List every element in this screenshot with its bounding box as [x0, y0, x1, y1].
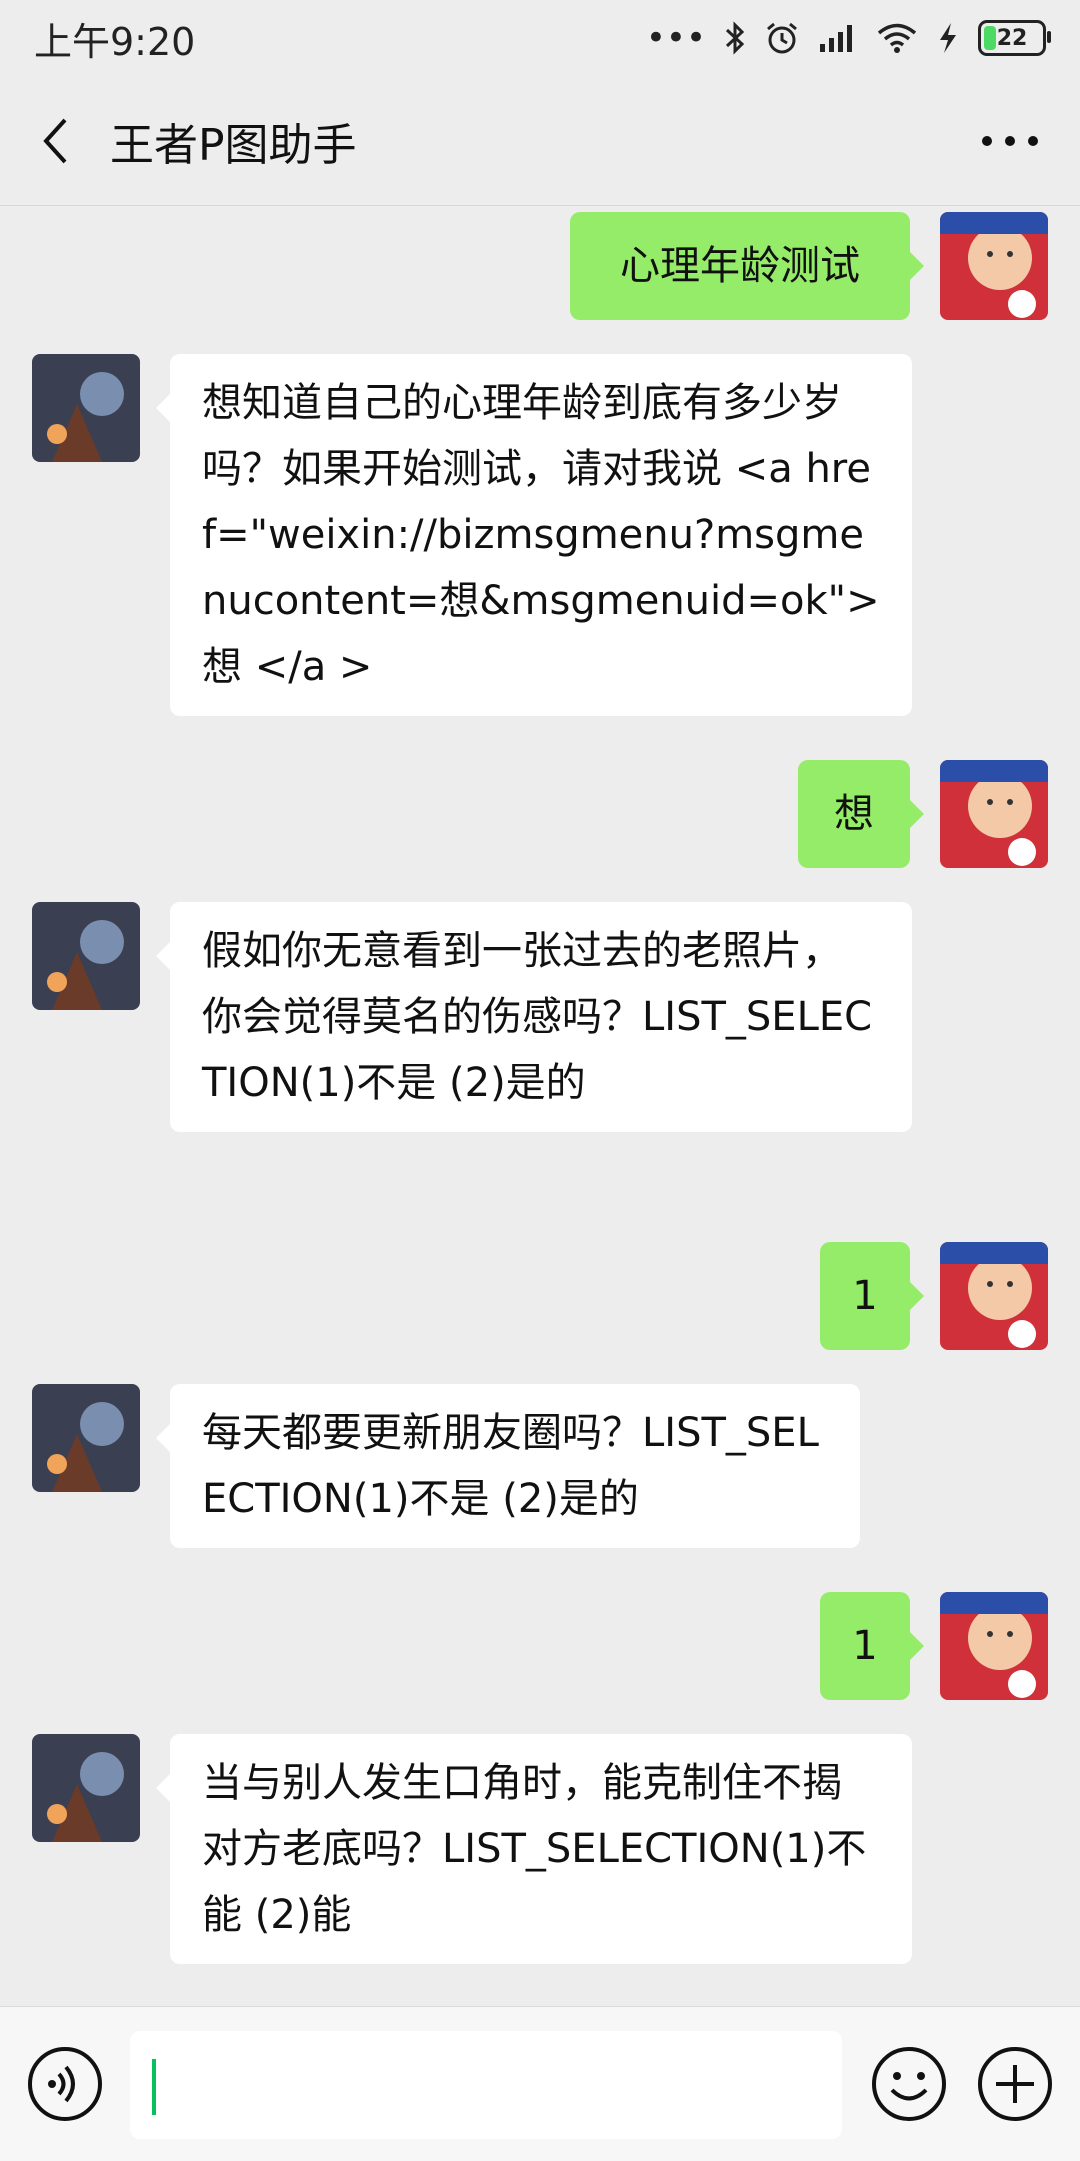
bot-avatar[interactable] [32, 354, 140, 462]
alarm-icon [767, 22, 797, 54]
message-bubble[interactable]: 每天都要更新朋友圈吗？LIST_SELECTION(1)不是 (2)是的 [156, 1384, 860, 1548]
message-bubble[interactable]: 1 [820, 1592, 924, 1700]
plus-icon[interactable] [976, 2045, 1054, 2123]
bot-avatar[interactable] [32, 1734, 140, 1842]
message-list[interactable]: 心理年龄测试 想知道自己的心理年龄到底有多少岁吗？如果开始测试，请对我说 <a … [0, 206, 1080, 2006]
battery-icon: 22 [978, 20, 1051, 56]
page-title: 王者P图助手 [110, 119, 357, 171]
message-bubble[interactable]: 当与别人发生口角时，能克制住不揭对方老底吗？LIST_SELECTION(1)不… [156, 1734, 912, 1964]
charging-icon [940, 23, 956, 53]
user-avatar[interactable] [940, 1242, 1048, 1350]
more-icon[interactable] [980, 76, 1040, 206]
message-bubble[interactable]: 心理年龄测试 [570, 212, 924, 320]
chat-header: 王者P图助手 [0, 76, 1080, 206]
battery-level: 22 [996, 25, 1028, 51]
user-avatar[interactable] [940, 212, 1048, 320]
status-icons: ••• 22 [645, 18, 1051, 58]
input-cursor-area [130, 2031, 842, 2139]
voice-icon[interactable] [26, 2045, 104, 2123]
bluetooth-icon [725, 21, 745, 55]
bot-avatar[interactable] [32, 902, 140, 1010]
wifi-icon [877, 23, 917, 53]
back-icon[interactable] [0, 76, 110, 206]
signal-icon [820, 25, 852, 52]
message-bubble[interactable]: 1 [820, 1242, 924, 1350]
user-avatar[interactable] [940, 1592, 1048, 1700]
input-bar [0, 2006, 1080, 2161]
status-time: 上午9:20 [34, 19, 196, 64]
message-bubble[interactable]: 想 [798, 760, 924, 868]
user-avatar[interactable] [940, 760, 1048, 868]
text-cursor [152, 2059, 156, 2115]
bot-avatar[interactable] [32, 1384, 140, 1492]
status-bar: 上午9:20 ••• 22 [0, 0, 1080, 76]
emoji-icon[interactable] [870, 2045, 948, 2123]
signal-dots-icon: ••• [645, 18, 706, 58]
message-bubble[interactable]: 假如你无意看到一张过去的老照片，你会觉得莫名的伤感吗？LIST_SELECTIO… [156, 902, 912, 1132]
message-bubble[interactable]: 想知道自己的心理年龄到底有多少岁吗？如果开始测试，请对我说 <a href="w… [156, 354, 912, 716]
